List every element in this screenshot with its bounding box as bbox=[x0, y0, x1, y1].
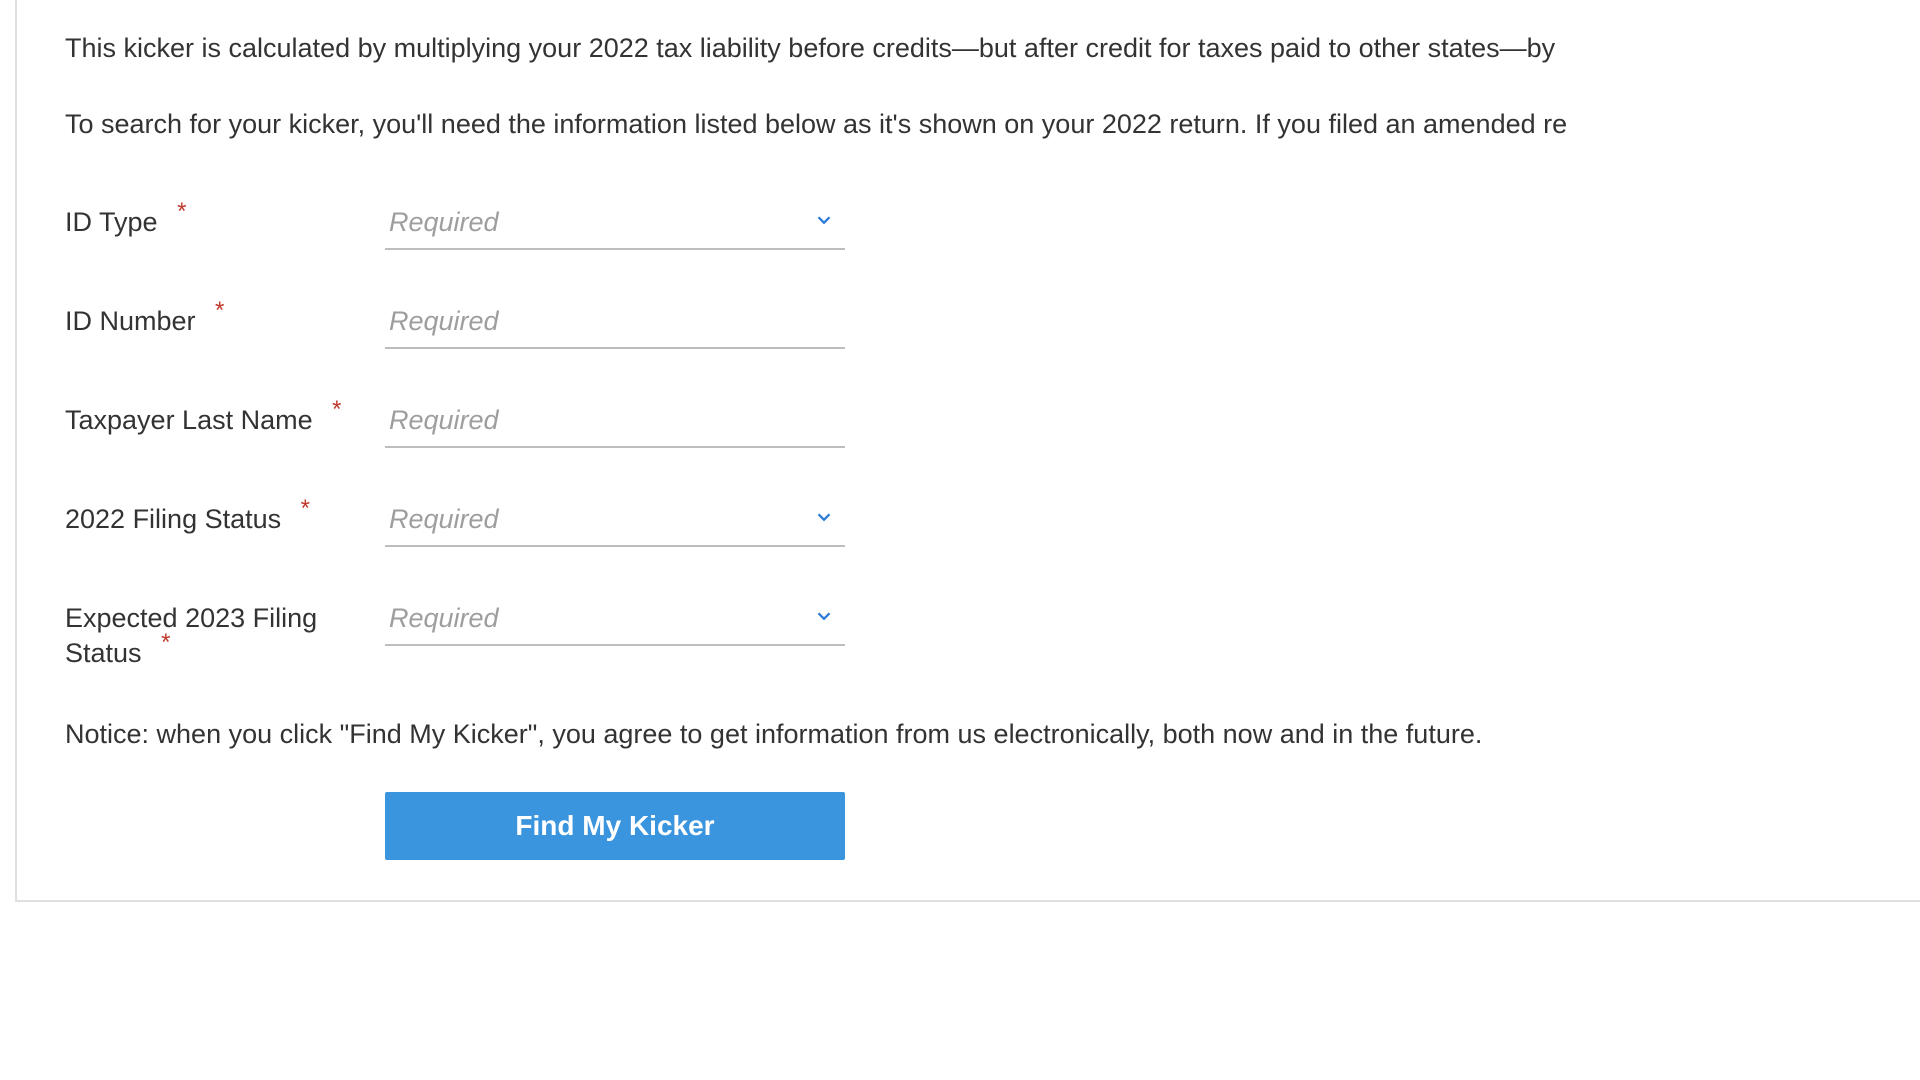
select-placeholder: Required bbox=[385, 496, 845, 547]
form-row-2022-filing-status: 2022 Filing Status * Required bbox=[65, 496, 1872, 547]
label-text: Taxpayer Last Name bbox=[65, 405, 313, 435]
submit-row: Find My Kicker bbox=[385, 792, 1872, 860]
id-type-select[interactable]: Required bbox=[385, 199, 845, 250]
form-row-id-number: ID Number * bbox=[65, 298, 1872, 349]
label-last-name: Taxpayer Last Name * bbox=[65, 397, 385, 438]
form-row-last-name: Taxpayer Last Name * bbox=[65, 397, 1872, 448]
find-my-kicker-button[interactable]: Find My Kicker bbox=[385, 792, 845, 860]
label-text: ID Type bbox=[65, 207, 158, 237]
last-name-input[interactable] bbox=[385, 397, 845, 448]
label-2023-filing-status: Expected 2023 Filing Status * bbox=[65, 595, 385, 671]
required-asterisk-icon: * bbox=[177, 198, 186, 225]
filing-status-2022-select[interactable]: Required bbox=[385, 496, 845, 547]
intro-paragraph-1: This kicker is calculated by multiplying… bbox=[65, 30, 1872, 68]
intro-paragraph-2: To search for your kicker, you'll need t… bbox=[65, 106, 1872, 144]
id-number-input[interactable] bbox=[385, 298, 845, 349]
label-id-number: ID Number * bbox=[65, 298, 385, 339]
select-placeholder: Required bbox=[385, 595, 845, 646]
label-id-type: ID Type * bbox=[65, 199, 385, 240]
filing-status-2023-select[interactable]: Required bbox=[385, 595, 845, 646]
required-asterisk-icon: * bbox=[301, 495, 310, 522]
label-2022-filing-status: 2022 Filing Status * bbox=[65, 496, 385, 537]
label-text: Expected 2023 Filing Status bbox=[65, 603, 317, 668]
kicker-form-panel: This kicker is calculated by multiplying… bbox=[15, 0, 1920, 902]
form-row-id-type: ID Type * Required bbox=[65, 199, 1872, 250]
required-asterisk-icon: * bbox=[215, 297, 224, 324]
notice-paragraph: Notice: when you click "Find My Kicker",… bbox=[65, 719, 1872, 750]
select-placeholder: Required bbox=[385, 199, 845, 250]
required-asterisk-icon: * bbox=[161, 629, 170, 656]
label-text: 2022 Filing Status bbox=[65, 504, 281, 534]
required-asterisk-icon: * bbox=[332, 396, 341, 423]
label-text: ID Number bbox=[65, 306, 196, 336]
form-row-2023-filing-status: Expected 2023 Filing Status * Required bbox=[65, 595, 1872, 671]
